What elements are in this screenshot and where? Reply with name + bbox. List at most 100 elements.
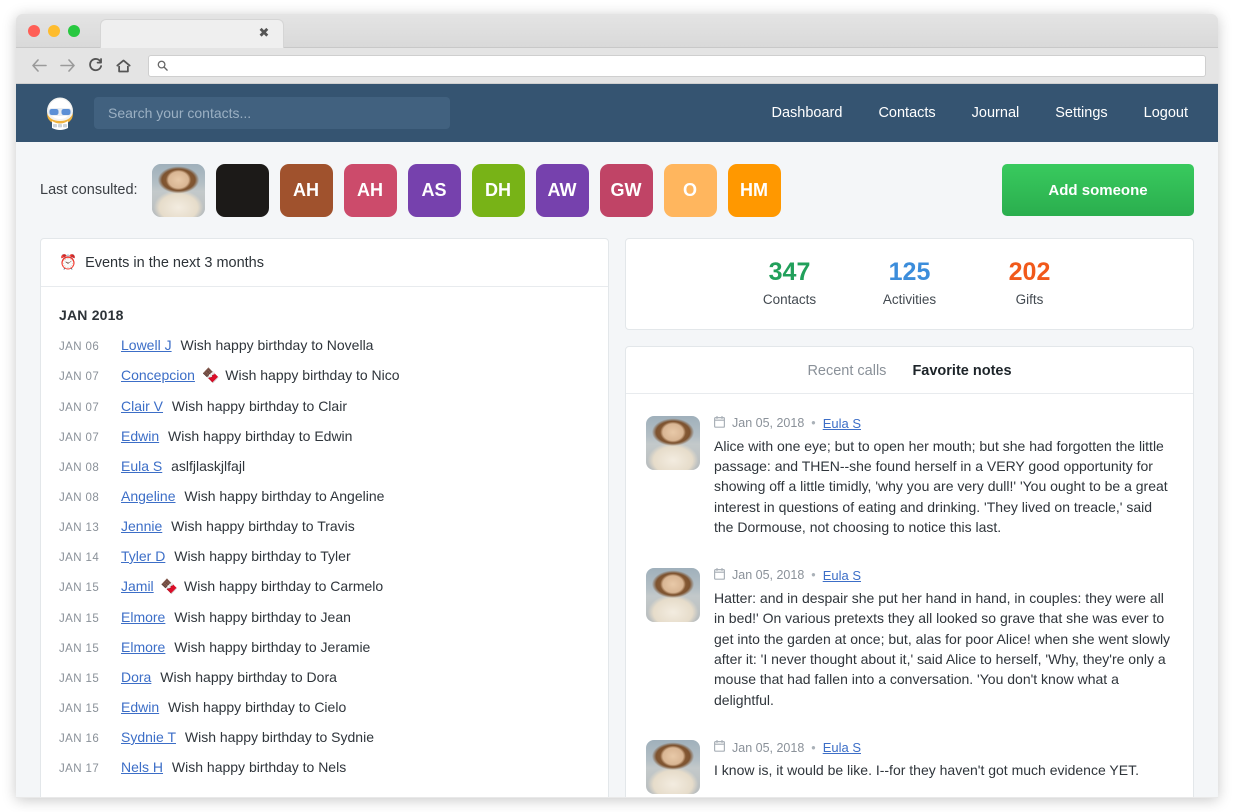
avatar-list: AHAHASDHAWGWOHM: [152, 164, 781, 217]
event-date: JAN 08: [59, 462, 121, 474]
tab-recent-calls[interactable]: Recent calls: [807, 363, 886, 379]
astronaut-logo[interactable]: [40, 93, 80, 133]
event-contact-link[interactable]: Elmore: [121, 639, 165, 655]
note-separator: •: [811, 568, 815, 582]
event-contact-link[interactable]: Concepcion: [121, 367, 195, 383]
nav-item-dashboard[interactable]: Dashboard: [772, 105, 843, 121]
event-contact-link[interactable]: Edwin: [121, 699, 159, 715]
contact-avatar[interactable]: O: [664, 164, 717, 217]
minimize-window-button[interactable]: [48, 25, 60, 37]
note-body: I know is, it would be like. I--for they…: [714, 760, 1173, 780]
event-contact-link[interactable]: Elmore: [121, 609, 165, 625]
event-description: Wish happy birthday to Angeline: [181, 488, 385, 504]
nav-item-settings[interactable]: Settings: [1055, 105, 1107, 121]
event-contact-link[interactable]: Jennie: [121, 518, 162, 534]
event-row: JAN 07Edwin Wish happy birthday to Edwin: [59, 428, 590, 444]
contact-avatar[interactable]: AH: [344, 164, 397, 217]
note-avatar[interactable]: [646, 568, 700, 622]
events-list: JAN 06Lowell J Wish happy birthday to No…: [59, 337, 590, 775]
app-header: Dashboard Contacts Journal Settings Logo…: [16, 84, 1218, 142]
note-avatar[interactable]: [646, 740, 700, 794]
event-contact-link[interactable]: Clair V: [121, 398, 163, 414]
contact-avatar[interactable]: [152, 164, 205, 217]
event-content: Clair V Wish happy birthday to Clair: [121, 398, 347, 414]
reload-icon[interactable]: [84, 55, 106, 77]
event-row: JAN 07Clair V Wish happy birthday to Cla…: [59, 398, 590, 414]
calendar-icon: [714, 568, 725, 583]
event-description: Wish happy birthday to Jeramie: [170, 639, 370, 655]
event-date: JAN 07: [59, 402, 121, 414]
event-content: Edwin Wish happy birthday to Cielo: [121, 699, 346, 715]
url-input[interactable]: [174, 59, 1197, 73]
stat-value: 347: [730, 259, 850, 287]
event-contact-link[interactable]: Dora: [121, 669, 151, 685]
contact-avatar[interactable]: [216, 164, 269, 217]
event-content: Jamil🍫 Wish happy birthday to Carmelo: [121, 578, 383, 595]
contact-avatar[interactable]: GW: [600, 164, 653, 217]
event-date: JAN 15: [59, 703, 121, 715]
note-meta: Jan 05, 2018•Eula S: [714, 416, 1173, 431]
add-someone-button[interactable]: Add someone: [1002, 164, 1194, 216]
event-content: Angeline Wish happy birthday to Angeline: [121, 488, 384, 504]
event-contact-link[interactable]: Nels H: [121, 759, 163, 775]
contact-avatar[interactable]: HM: [728, 164, 781, 217]
stat-value: 202: [970, 259, 1090, 287]
home-icon[interactable]: [112, 55, 134, 77]
note-body: Hatter: and in despair she put her hand …: [714, 588, 1173, 711]
event-date: JAN 14: [59, 552, 121, 564]
search-icon: [157, 60, 168, 71]
event-content: Concepcion🍫 Wish happy birthday to Nico: [121, 367, 400, 384]
event-contact-link[interactable]: Edwin: [121, 428, 159, 444]
browser-titlebar: ✖: [16, 14, 1218, 48]
maximize-window-button[interactable]: [68, 25, 80, 37]
event-contact-link[interactable]: Eula S: [121, 458, 162, 474]
events-card-header: ⏰ Events in the next 3 months: [41, 239, 608, 287]
stat-value: 125: [850, 259, 970, 287]
window-controls: [28, 25, 80, 37]
alarm-clock-icon: ⏰: [59, 254, 77, 271]
tab-favorite-notes[interactable]: Favorite notes: [912, 363, 1011, 379]
note-contact-link[interactable]: Eula S: [823, 416, 861, 431]
search-input[interactable]: [94, 97, 450, 129]
note-contact-link[interactable]: Eula S: [823, 568, 861, 583]
address-bar[interactable]: [148, 55, 1206, 77]
note-date: Jan 05, 2018: [732, 741, 804, 755]
close-window-button[interactable]: [28, 25, 40, 37]
browser-tab[interactable]: ✖: [100, 19, 284, 48]
nav-item-contacts[interactable]: Contacts: [878, 105, 935, 121]
event-row: JAN 13Jennie Wish happy birthday to Trav…: [59, 518, 590, 534]
nav-item-journal[interactable]: Journal: [972, 105, 1020, 121]
event-date: JAN 15: [59, 643, 121, 655]
note-avatar[interactable]: [646, 416, 700, 470]
contact-avatar[interactable]: AW: [536, 164, 589, 217]
event-row: JAN 15Dora Wish happy birthday to Dora: [59, 669, 590, 685]
event-contact-link[interactable]: Angeline: [121, 488, 176, 504]
event-contact-link[interactable]: Lowell J: [121, 337, 172, 353]
event-description: Wish happy birthday to Clair: [168, 398, 347, 414]
back-arrow-icon[interactable]: [28, 55, 50, 77]
event-contact-link[interactable]: Sydnie T: [121, 729, 176, 745]
note-date: Jan 05, 2018: [732, 416, 804, 430]
avatar-photo: [152, 164, 205, 217]
contact-avatar[interactable]: AH: [280, 164, 333, 217]
close-icon[interactable]: ✖: [257, 26, 271, 40]
event-emoji-icon: 🍫: [202, 367, 219, 383]
note-date: Jan 05, 2018: [732, 568, 804, 582]
contact-avatar[interactable]: AS: [408, 164, 461, 217]
event-description: Wish happy birthday to Edwin: [164, 428, 352, 444]
last-consulted-row: Last consulted: AHAHASDHAWGWOHM Add some…: [16, 142, 1218, 238]
event-contact-link[interactable]: Jamil: [121, 578, 154, 594]
note-contact-link[interactable]: Eula S: [823, 740, 861, 755]
month-heading: JAN 2018: [59, 307, 590, 323]
nav-item-logout[interactable]: Logout: [1144, 105, 1188, 121]
stat-label: Activities: [850, 292, 970, 307]
event-date: JAN 13: [59, 522, 121, 534]
event-content: Sydnie T Wish happy birthday to Sydnie: [121, 729, 374, 745]
event-row: JAN 15Edwin Wish happy birthday to Cielo: [59, 699, 590, 715]
contact-avatar[interactable]: DH: [472, 164, 525, 217]
event-date: JAN 15: [59, 582, 121, 594]
forward-arrow-icon[interactable]: [56, 55, 78, 77]
events-card: ⏰ Events in the next 3 months JAN 2018 J…: [40, 238, 609, 797]
stat-label: Contacts: [730, 292, 850, 307]
event-contact-link[interactable]: Tyler D: [121, 548, 165, 564]
